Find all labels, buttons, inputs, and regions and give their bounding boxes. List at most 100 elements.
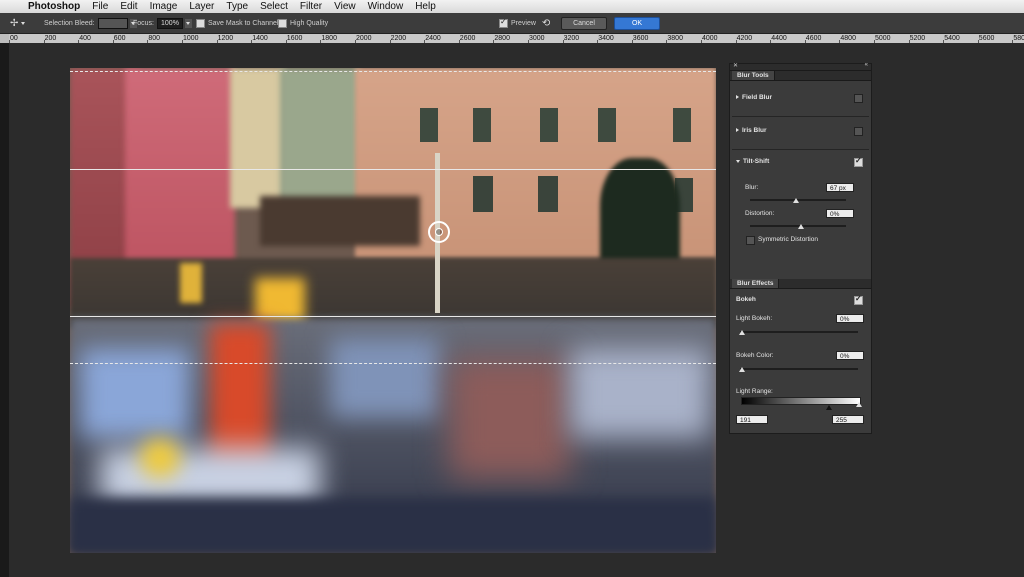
menu-type[interactable]: Type	[226, 0, 248, 13]
ruler-tick	[458, 40, 460, 43]
ruler-label: 2400	[425, 35, 441, 42]
photo-region	[180, 263, 202, 303]
app-name-menu[interactable]: Photoshop	[28, 0, 80, 13]
blur-effects-tab[interactable]: Blur Effects	[732, 279, 780, 288]
photo-region	[473, 108, 491, 142]
light-range-label: Light Range:	[736, 388, 773, 395]
ruler-label: 3200	[563, 35, 580, 42]
photo-region	[420, 108, 438, 142]
light-bokeh-slider-knob[interactable]	[739, 330, 745, 335]
light-range-max-knob[interactable]	[856, 402, 862, 407]
ruler-tick	[874, 40, 875, 43]
tilt-shift-checkbox[interactable]	[854, 156, 863, 167]
distortion-slider-knob[interactable]	[798, 224, 804, 229]
blur-slider-knob[interactable]	[793, 198, 799, 203]
bokeh-label: Bokeh	[736, 296, 756, 303]
vertical-ruler	[0, 43, 9, 577]
photo-region	[540, 108, 558, 142]
menu-layer[interactable]: Layer	[189, 0, 214, 13]
menu-view[interactable]: View	[334, 0, 356, 13]
field-blur-checkbox[interactable]	[854, 94, 863, 103]
panel-title-bar: ✕ «	[730, 62, 871, 71]
ruler-label: 5200	[909, 35, 926, 42]
ruler-label: 3800	[667, 35, 683, 42]
photo-region	[673, 108, 691, 142]
focus-field[interactable]: 100%	[157, 17, 183, 29]
selection-bleed-label: Selection Bleed:	[44, 19, 95, 27]
focus-label: Focus:	[133, 19, 155, 27]
light-bokeh-slider[interactable]	[740, 331, 858, 333]
ruler-tick	[251, 40, 253, 43]
selection-bleed-field[interactable]	[97, 17, 128, 29]
image-canvas[interactable]	[70, 68, 716, 553]
reset-icon[interactable]: ⟲	[542, 18, 550, 29]
blur-value-field[interactable]: 67 px	[826, 183, 854, 192]
close-icon[interactable]: ✕	[733, 62, 738, 69]
bokeh-color-slider-knob[interactable]	[739, 367, 745, 372]
menu-bar: Photoshop File Edit Image Layer Type Sel…	[0, 0, 1024, 13]
pin-tool-icon[interactable]: ✢	[10, 18, 18, 29]
bokeh-color-value-field[interactable]: 0%	[836, 351, 864, 360]
collapse-arrow-icon[interactable]	[736, 159, 740, 163]
divider	[732, 149, 869, 150]
tilt-shift-focus-bottom[interactable]	[70, 316, 716, 317]
ruler-label: 4200	[736, 35, 753, 42]
preview-checkbox[interactable]	[499, 17, 508, 28]
menu-edit[interactable]: Edit	[120, 0, 137, 13]
tilt-shift-focus-top[interactable]	[70, 169, 716, 170]
expand-icon[interactable]	[736, 95, 739, 100]
ruler-tick	[631, 40, 633, 43]
menu-help[interactable]: Help	[415, 0, 436, 13]
blur-label: Blur:	[745, 184, 759, 191]
bokeh-checkbox[interactable]	[854, 294, 863, 305]
high-quality-checkbox[interactable]	[278, 18, 287, 28]
tool-preset-dropdown[interactable]	[20, 19, 27, 28]
photo-region	[140, 438, 180, 478]
ruler-tick	[804, 40, 806, 43]
ruler-tick	[112, 40, 114, 43]
menu-image[interactable]: Image	[150, 0, 178, 13]
menu-window[interactable]: Window	[368, 0, 404, 13]
menu-select[interactable]: Select	[260, 0, 288, 13]
focus-dropdown[interactable]	[184, 18, 192, 28]
light-bokeh-value-field[interactable]: 0%	[836, 314, 864, 323]
bokeh-color-slider[interactable]	[740, 368, 858, 370]
ruler-tick	[908, 40, 910, 43]
ruler-tick	[701, 40, 702, 43]
cancel-button[interactable]: Cancel	[561, 16, 607, 30]
photo-region	[230, 68, 285, 208]
options-bar: ✢ Selection Bleed: Focus: 100% Save Mask…	[0, 13, 1024, 34]
tilt-shift-feather-top[interactable]	[70, 71, 716, 72]
blur-tools-tab[interactable]: Blur Tools	[732, 71, 775, 80]
light-range-min-knob[interactable]	[826, 405, 832, 410]
preview-label: Preview	[511, 19, 536, 27]
ruler-label: 800	[148, 35, 161, 42]
ruler-label: 600	[113, 35, 126, 42]
photo-region	[538, 176, 558, 212]
ruler-tick	[424, 40, 426, 43]
ruler-label: 1600	[286, 35, 303, 42]
light-bokeh-label: Light Bokeh:	[736, 315, 773, 322]
ok-button[interactable]: OK	[614, 16, 660, 30]
ruler-tick	[43, 40, 45, 43]
symmetric-distortion-checkbox[interactable]	[746, 236, 755, 245]
blur-pin-handle[interactable]	[428, 221, 450, 243]
menu-filter[interactable]: Filter	[300, 0, 322, 13]
expand-icon[interactable]	[736, 128, 739, 133]
light-range-max-field[interactable]: 255	[832, 415, 864, 424]
light-range-min-field[interactable]: 191	[736, 415, 768, 424]
ruler-tick	[943, 40, 945, 43]
horizontal-ruler: 00 200 400 600 800 1000 1200 1400 1600 1800 2000 22…	[9, 34, 1024, 43]
blur-tools-header: Blur Tools	[730, 71, 871, 81]
collapse-icon[interactable]: «	[865, 62, 868, 68]
light-range-gradient[interactable]	[741, 397, 861, 405]
distortion-value-field[interactable]: 0%	[826, 209, 854, 218]
ruler-label: 2000	[356, 35, 372, 42]
save-mask-checkbox[interactable]	[196, 18, 205, 28]
ruler-tick	[1012, 40, 1014, 43]
iris-blur-checkbox[interactable]	[854, 127, 863, 136]
ruler-label: 1400	[252, 35, 268, 42]
menu-file[interactable]: File	[92, 0, 108, 13]
field-blur-label: Field Blur	[742, 94, 772, 101]
tilt-shift-feather-bottom[interactable]	[70, 363, 716, 364]
